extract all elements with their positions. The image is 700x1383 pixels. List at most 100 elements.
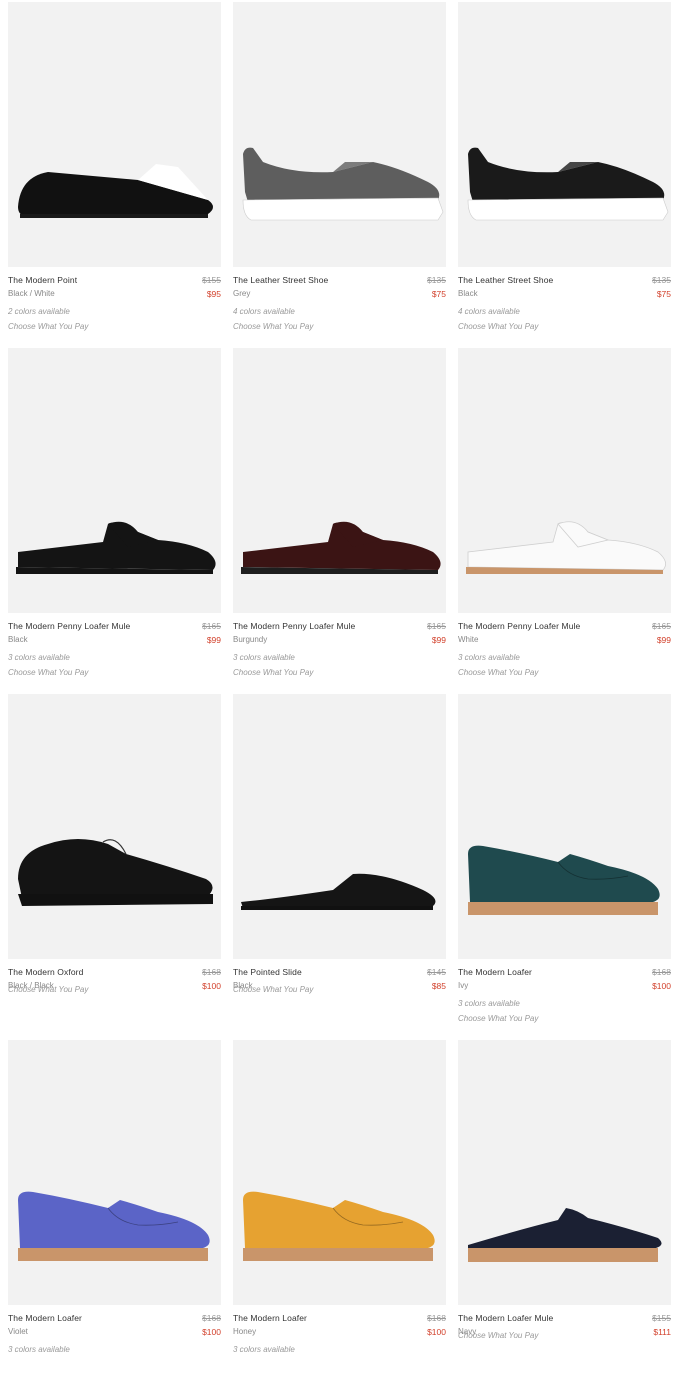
product-image[interactable] bbox=[233, 1040, 446, 1305]
shoe-illustration bbox=[242, 147, 444, 221]
original-price: $165 bbox=[202, 621, 221, 631]
product-color: Black / White bbox=[8, 289, 55, 298]
product-image[interactable] bbox=[458, 2, 671, 267]
original-price: $168 bbox=[202, 967, 221, 977]
choose-what-you-pay-label: Choose What You Pay bbox=[8, 322, 89, 331]
product-card[interactable]: The Modern Oxford Black / Black $168 $100 Ch… bbox=[8, 694, 221, 1037]
product-card[interactable]: The Leather Street Shoe Black $135 $75 4 col… bbox=[458, 2, 671, 345]
product-name[interactable]: The Leather Street Shoe bbox=[458, 275, 553, 285]
shoe-illustration bbox=[18, 164, 213, 218]
product-image[interactable] bbox=[8, 1040, 221, 1305]
colors-available[interactable]: 3 colors available bbox=[233, 653, 295, 662]
product-name[interactable]: The Modern Loafer bbox=[8, 1313, 82, 1323]
product-image[interactable] bbox=[233, 694, 446, 959]
product-card[interactable]: The Leather Street Shoe Grey $135 $75 4 colo… bbox=[233, 2, 446, 345]
colors-available[interactable]: 2 colors available bbox=[8, 307, 70, 316]
product-info: The Modern Penny Loafer Mule Burgundy $165… bbox=[233, 621, 446, 691]
product-card[interactable]: The Modern Penny Loafer Mule White $165 $99… bbox=[458, 348, 671, 691]
product-image[interactable] bbox=[233, 348, 446, 613]
colors-available[interactable]: 3 colors available bbox=[458, 999, 520, 1008]
original-price: $165 bbox=[652, 621, 671, 631]
sale-price: $100 bbox=[202, 1327, 221, 1337]
product-name[interactable]: The Modern Penny Loafer Mule bbox=[458, 621, 580, 631]
sale-price: $100 bbox=[427, 1327, 446, 1337]
sale-price: $99 bbox=[431, 635, 446, 645]
product-image[interactable] bbox=[8, 348, 221, 613]
choose-what-you-pay-label: Choose What You Pay bbox=[458, 1331, 539, 1340]
product-name[interactable]: The Modern Penny Loafer Mule bbox=[233, 621, 355, 631]
choose-what-you-pay-label: Choose What You Pay bbox=[8, 668, 89, 677]
product-info: The Modern Oxford Black / Black $168 $100 Ch… bbox=[8, 967, 221, 1037]
product-info: The Modern Loafer Honey $168 $100 3 colors a… bbox=[233, 1313, 446, 1383]
sale-price: $75 bbox=[431, 289, 446, 299]
product-name[interactable]: The Pointed Slide bbox=[233, 967, 302, 977]
product-card[interactable]: The Pointed Slide Black $145 $85 Choose What… bbox=[233, 694, 446, 1037]
product-image[interactable] bbox=[458, 348, 671, 613]
original-price: $168 bbox=[202, 1313, 221, 1323]
product-color: Ivy bbox=[458, 981, 469, 990]
product-color: Honey bbox=[233, 1327, 257, 1336]
product-info: The Leather Street Shoe Black $135 $75 4 col… bbox=[458, 275, 671, 345]
product-info: The Modern Loafer Ivy $168 $100 3 colors ava… bbox=[458, 967, 671, 1037]
product-color: Burgundy bbox=[233, 635, 268, 644]
colors-available[interactable]: 3 colors available bbox=[458, 653, 520, 662]
shoe-illustration bbox=[18, 1191, 210, 1261]
product-image[interactable] bbox=[8, 2, 221, 267]
shoe-illustration bbox=[243, 1191, 435, 1261]
product-grid: The Modern Point Black / White $155 $95 2 co… bbox=[0, 0, 700, 1354]
product-name[interactable]: The Leather Street Shoe bbox=[233, 275, 328, 285]
product-name[interactable]: The Modern Point bbox=[8, 275, 77, 285]
choose-what-you-pay-label: Choose What You Pay bbox=[233, 668, 314, 677]
product-color: Grey bbox=[233, 289, 251, 298]
product-info: The Leather Street Shoe Grey $135 $75 4 colo… bbox=[233, 275, 446, 345]
original-price: $165 bbox=[427, 621, 446, 631]
product-color: Violet bbox=[8, 1327, 28, 1336]
colors-available[interactable]: 3 colors available bbox=[8, 1345, 70, 1354]
original-price: $155 bbox=[202, 275, 221, 285]
product-card[interactable]: The Modern Loafer Mule Navy $155 $111 Choose… bbox=[458, 1040, 671, 1383]
product-image[interactable] bbox=[233, 2, 446, 267]
original-price: $135 bbox=[427, 275, 446, 285]
shoe-illustration bbox=[18, 839, 213, 906]
product-card[interactable]: The Modern Penny Loafer Mule Black $165 $99… bbox=[8, 348, 221, 691]
product-info: The Pointed Slide Black $145 $85 Choose What… bbox=[233, 967, 446, 1037]
product-color: Black bbox=[458, 289, 478, 298]
product-color: White bbox=[458, 635, 479, 644]
product-name[interactable]: The Modern Oxford bbox=[8, 967, 83, 977]
product-image[interactable] bbox=[8, 694, 221, 959]
shoe-illustration bbox=[466, 521, 666, 574]
product-card[interactable]: The Modern Loafer Ivy $168 $100 3 colors ava… bbox=[458, 694, 671, 1037]
product-image[interactable] bbox=[458, 694, 671, 959]
product-info: The Modern Loafer Mule Navy $155 $111 Choose… bbox=[458, 1313, 671, 1383]
sale-price: $85 bbox=[431, 981, 446, 991]
choose-what-you-pay-label: Choose What You Pay bbox=[458, 1014, 539, 1023]
sale-price: $111 bbox=[653, 1327, 671, 1337]
shoe-illustration bbox=[16, 521, 216, 574]
sale-price: $100 bbox=[202, 981, 221, 991]
product-info: The Modern Loafer Violet $168 $100 3 colors … bbox=[8, 1313, 221, 1383]
shoe-illustration bbox=[241, 873, 436, 910]
product-card[interactable]: The Modern Loafer Honey $168 $100 3 colors a… bbox=[233, 1040, 446, 1383]
colors-available[interactable]: 4 colors available bbox=[233, 307, 295, 316]
product-info: The Modern Penny Loafer Mule White $165 $99… bbox=[458, 621, 671, 691]
colors-available[interactable]: 3 colors available bbox=[8, 653, 70, 662]
shoe-illustration bbox=[468, 845, 660, 915]
colors-available[interactable]: 3 colors available bbox=[233, 1345, 295, 1354]
original-price: $145 bbox=[427, 967, 446, 977]
sale-price: $75 bbox=[656, 289, 671, 299]
product-name[interactable]: The Modern Penny Loafer Mule bbox=[8, 621, 130, 631]
product-card[interactable]: The Modern Loafer Violet $168 $100 3 colors … bbox=[8, 1040, 221, 1383]
choose-what-you-pay-label: Choose What You Pay bbox=[458, 322, 539, 331]
product-image[interactable] bbox=[458, 1040, 671, 1305]
sale-price: $100 bbox=[652, 981, 671, 991]
original-price: $155 bbox=[652, 1313, 671, 1323]
product-card[interactable]: The Modern Point Black / White $155 $95 2 co… bbox=[8, 2, 221, 345]
product-info: The Modern Penny Loafer Mule Black $165 $99… bbox=[8, 621, 221, 691]
choose-what-you-pay-label: Choose What You Pay bbox=[233, 322, 314, 331]
product-name[interactable]: The Modern Loafer Mule bbox=[458, 1313, 553, 1323]
product-card[interactable]: The Modern Penny Loafer Mule Burgundy $165… bbox=[233, 348, 446, 691]
product-name[interactable]: The Modern Loafer bbox=[233, 1313, 307, 1323]
choose-what-you-pay-label: Choose What You Pay bbox=[458, 668, 539, 677]
product-name[interactable]: The Modern Loafer bbox=[458, 967, 532, 977]
colors-available[interactable]: 4 colors available bbox=[458, 307, 520, 316]
